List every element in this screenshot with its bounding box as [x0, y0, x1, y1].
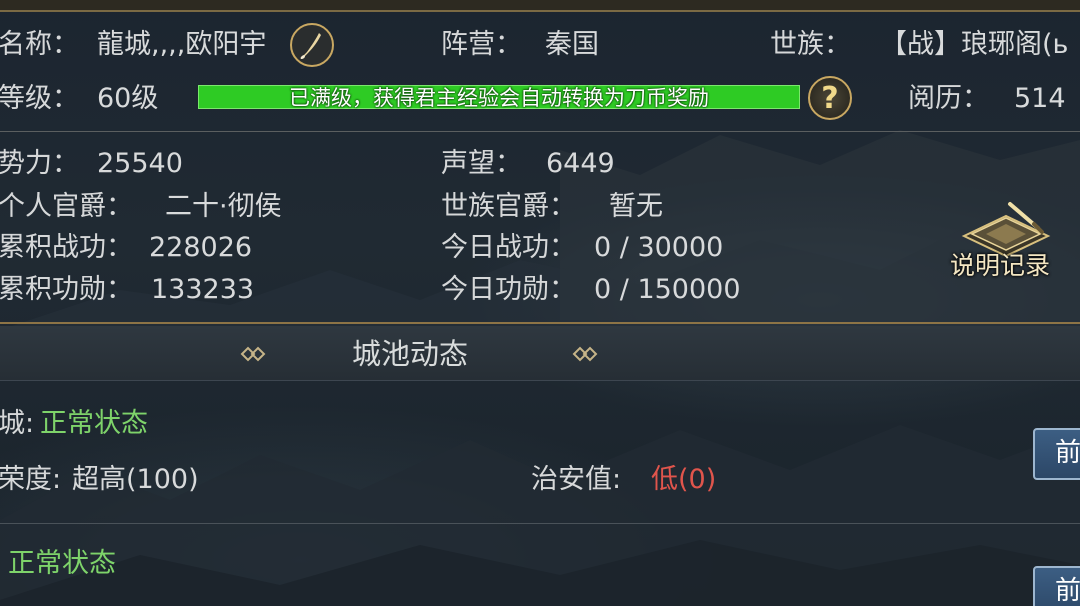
right-ornament-icon [572, 346, 598, 362]
city-divider [0, 523, 1080, 524]
exp-bar-message: 已满级，获得君主经验会自动转换为刀币奖励 [289, 86, 709, 110]
today-honor-value: 0 / 150000 [594, 274, 741, 305]
today-honor-label: 今日功勋： [441, 274, 576, 305]
header-divider [0, 131, 1080, 132]
question-mark-icon: ? [821, 80, 839, 116]
rename-button[interactable] [290, 23, 334, 67]
level-label: 等级： [0, 83, 79, 114]
clan-rank-label: 世族官爵： [441, 191, 576, 222]
level-value: 60级 [97, 83, 159, 114]
city-section-title: 城池动态 [352, 337, 469, 371]
top-frame-strip [0, 0, 1080, 12]
city1-state-label: 城: [0, 408, 35, 439]
prestige-value: 6449 [546, 148, 615, 179]
experience-value: 514 [1014, 83, 1066, 114]
city1-goto-label: 前 [1055, 438, 1080, 468]
exp-bar: 已满级，获得君主经验会自动转换为刀币奖励 [198, 85, 800, 110]
camp-value: 秦国 [545, 29, 599, 60]
today-merit-value: 0 / 30000 [594, 232, 724, 263]
total-honor-value: 133233 [151, 274, 255, 305]
city1-prosperity-value: 超高(100) [72, 464, 199, 495]
left-ornament-icon [240, 346, 266, 362]
city1-security-label: 治安值: [531, 464, 622, 495]
brush-icon [300, 33, 321, 59]
section-header-divider [0, 380, 1080, 381]
city1-security-value: 低(0) [651, 464, 717, 495]
clan-value[interactable]: 【战】琅琊阁(ь [880, 28, 1068, 62]
total-honor-label: 累积功勋： [0, 274, 133, 305]
prestige-label: 声望： [441, 148, 522, 179]
records-label[interactable]: 说明记录 [950, 250, 1050, 282]
city2-goto-button[interactable]: 前 [1033, 566, 1080, 606]
help-button[interactable]: ? [808, 76, 852, 120]
camp-label: 阵营： [441, 29, 522, 60]
personal-rank-value: 二十·彻侯 [165, 191, 282, 222]
city2-state-value: 正常状态 [8, 548, 116, 579]
section-gold-line [0, 322, 1080, 324]
total-merit-value: 228026 [149, 232, 253, 263]
city1-prosperity-label: 荣度: [0, 464, 62, 495]
power-value: 25540 [97, 148, 183, 179]
player-name: 龍城,,,,欧阳宇 [97, 29, 267, 60]
clan-label: 世族： [770, 29, 851, 60]
today-merit-label: 今日战功： [441, 232, 576, 263]
personal-rank-label: 个人官爵： [0, 191, 133, 222]
city-section-header [0, 326, 1080, 380]
player-info-page: 名称： 龍城,,,,欧阳宇 阵营： 秦国 世族： 【战】琅琊阁(ь 等级： 60… [0, 0, 1080, 606]
name-label: 名称： [0, 29, 79, 60]
total-merit-label: 累积战功： [0, 232, 133, 263]
city2-goto-label: 前 [1055, 576, 1080, 606]
clan-rank-value: 暂无 [609, 191, 663, 222]
experience-label: 阅历： [908, 83, 989, 114]
power-label: 势力： [0, 148, 79, 179]
city1-state-value: 正常状态 [40, 408, 148, 439]
city1-goto-button[interactable]: 前 [1033, 428, 1080, 480]
